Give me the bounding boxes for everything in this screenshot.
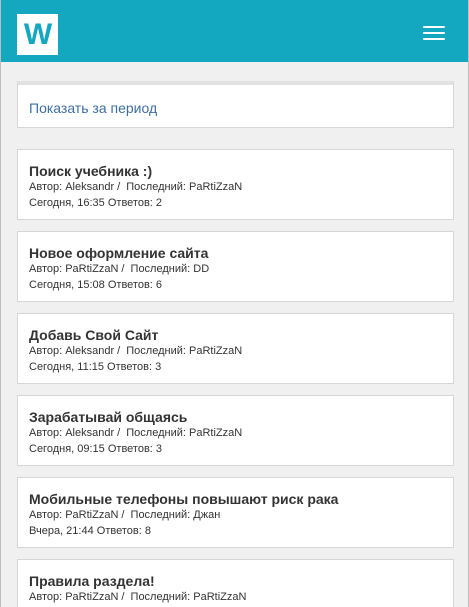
author-label: Автор: <box>29 263 63 275</box>
author-name[interactable]: Aleksandr <box>65 345 114 357</box>
last-poster-name[interactable]: PaRtiZzaN <box>189 427 242 439</box>
last-poster-name[interactable]: DD <box>193 263 209 275</box>
topic-date-replies: Сегодня, 16:35 Ответов: 2 <box>29 197 162 209</box>
menu-bar <box>423 26 445 28</box>
last-poster-name[interactable]: PaRtiZzaN <box>189 345 242 357</box>
site-logo[interactable]: W <box>17 14 58 55</box>
topic-meta: Автор: Aleksandr / Последний: PaRtiZzaN <box>29 181 242 193</box>
topic-date-replies: Сегодня, 11:15 Ответов: 3 <box>29 361 161 373</box>
separator: / <box>117 345 121 357</box>
last-label: Последний: <box>130 263 191 275</box>
topic-meta: Автор: PaRtiZzaN / Последний: PaRtiZzaN <box>29 591 246 603</box>
topic-title[interactable]: Новое оформление сайта <box>29 245 208 261</box>
topic-title[interactable]: Правила раздела! <box>29 573 155 589</box>
author-label: Автор: <box>29 509 63 521</box>
author-label: Автор: <box>29 181 63 193</box>
site-header: W <box>1 0 468 62</box>
topic-date-replies: Сегодня, 15:08 Ответов: 6 <box>29 279 162 291</box>
separator: / <box>117 427 121 439</box>
replies-count: 8 <box>144 525 151 537</box>
topic-card: Правила раздела! Автор: PaRtiZzaN / После… <box>17 559 454 607</box>
replies-count: 3 <box>155 361 162 373</box>
separator: / <box>121 509 125 521</box>
topic-card: Поиск учебника :) Автор: Aleksandr / Посл… <box>17 149 454 220</box>
last-label: Последний: <box>126 345 186 357</box>
replies-count: 2 <box>155 197 163 209</box>
replies-label: Ответов: <box>107 361 153 373</box>
topic-meta: Автор: Aleksandr / Последний: PaRtiZzaN <box>29 427 242 439</box>
author-name[interactable]: Aleksandr <box>65 181 114 193</box>
topic-meta: Автор: Aleksandr / Последний: PaRtiZzaN <box>29 345 242 357</box>
last-label: Последний: <box>126 427 186 439</box>
replies-label: Ответов: <box>107 279 153 291</box>
replies-count: 3 <box>155 443 163 455</box>
topic-date: Сегодня, 09:15 <box>29 443 105 455</box>
topic-title[interactable]: Поиск учебника :) <box>29 163 152 179</box>
author-label: Автор: <box>29 345 63 357</box>
topic-date: Сегодня, 16:35 <box>29 197 105 209</box>
last-poster-name[interactable]: PaRtiZzaN <box>193 591 246 603</box>
author-name[interactable]: PaRtiZzaN <box>65 263 118 275</box>
replies-label: Ответов: <box>107 443 153 455</box>
menu-bar <box>423 32 445 34</box>
separator: / <box>121 263 125 275</box>
topic-meta: Автор: PaRtiZzaN / Последний: Джан <box>29 509 220 521</box>
last-label: Последний: <box>130 591 191 603</box>
topic-card: Зарабатывай общаясь Автор: Aleksandr / По… <box>17 395 454 466</box>
last-label: Последний: <box>130 509 191 521</box>
topic-card: Мобильные телефоны повышают риск рака Ав… <box>17 477 454 548</box>
author-label: Автор: <box>29 427 63 439</box>
topic-date: Сегодня, 15:08 <box>29 279 105 291</box>
topic-date-replies: Вчера, 21:44 Ответов: 8 <box>29 525 151 537</box>
replies-label: Ответов: <box>96 525 142 537</box>
replies-label: Ответов: <box>107 197 153 209</box>
period-filter-box: Показать за период <box>17 81 454 128</box>
topic-date: Сегодня, 11:15 <box>29 361 104 373</box>
show-period-link[interactable]: Показать за период <box>29 100 157 116</box>
author-name[interactable]: PaRtiZzaN <box>65 509 118 521</box>
topic-meta: Автор: PaRtiZzaN / Последний: DD <box>29 263 209 275</box>
topic-date-replies: Сегодня, 09:15 Ответов: 3 <box>29 443 162 455</box>
topic-title[interactable]: Добавь Свой Сайт <box>29 327 158 343</box>
topic-card: Новое оформление сайта Автор: PaRtiZzaN /… <box>17 231 454 302</box>
hamburger-menu-icon[interactable] <box>423 25 445 41</box>
separator: / <box>117 181 121 193</box>
last-poster-name[interactable]: Джан <box>193 509 220 521</box>
topic-title[interactable]: Мобильные телефоны повышают риск рака <box>29 491 338 507</box>
topic-card: Добавь Свой Сайт Автор: Aleksandr / После… <box>17 313 454 384</box>
last-poster-name[interactable]: PaRtiZzaN <box>189 181 242 193</box>
author-name[interactable]: Aleksandr <box>65 427 114 439</box>
replies-count: 6 <box>155 279 163 291</box>
author-label: Автор: <box>29 591 63 603</box>
topic-date: Вчера, 21:44 <box>29 525 94 537</box>
menu-bar <box>423 38 445 40</box>
separator: / <box>121 591 125 603</box>
author-name[interactable]: PaRtiZzaN <box>65 591 118 603</box>
topic-title[interactable]: Зарабатывай общаясь <box>29 409 187 425</box>
last-label: Последний: <box>126 181 186 193</box>
